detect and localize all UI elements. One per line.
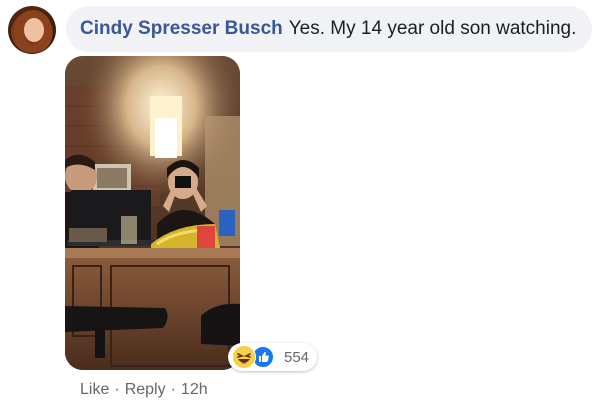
comment-actions: Like · Reply · 12h xyxy=(80,381,208,399)
separator: · xyxy=(114,381,120,398)
comment-author[interactable]: Cindy Spresser Busch xyxy=(80,18,283,40)
haha-icon xyxy=(232,345,256,369)
comment-text: Yes. My 14 year old son watching. xyxy=(288,18,577,39)
like-link[interactable]: Like xyxy=(80,381,109,399)
reaction-icons xyxy=(230,345,278,369)
photo-scene xyxy=(65,56,240,370)
reaction-count: 554 xyxy=(284,348,310,366)
comment: Cindy Spresser Busch Yes. My 14 year old… xyxy=(0,0,616,409)
avatar-face xyxy=(24,18,44,42)
avatar[interactable] xyxy=(8,6,56,54)
separator: · xyxy=(170,381,176,398)
comment-bubble: Cindy Spresser Busch Yes. My 14 year old… xyxy=(66,6,593,52)
comment-photo[interactable] xyxy=(65,56,240,370)
reaction-summary[interactable]: 554 xyxy=(228,343,318,371)
reply-link[interactable]: Reply xyxy=(125,381,166,399)
timestamp[interactable]: 12h xyxy=(181,381,208,399)
